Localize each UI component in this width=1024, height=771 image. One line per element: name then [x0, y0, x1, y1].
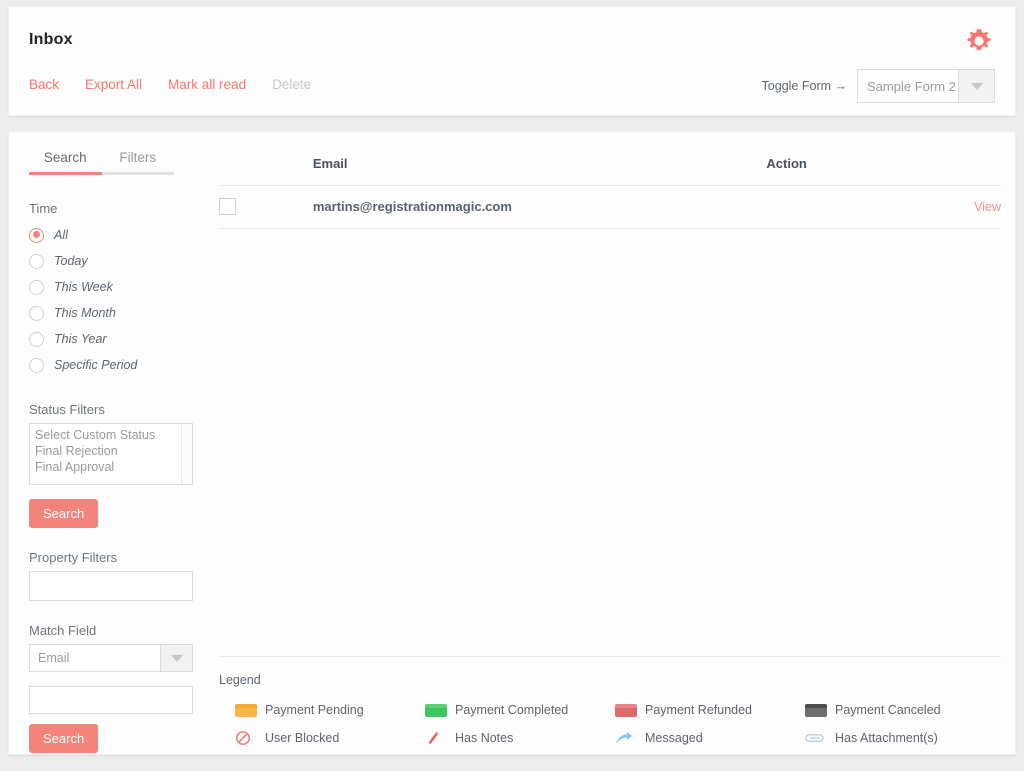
legend-grid: Payment Pending Payment Completed Paymen… — [219, 703, 1001, 746]
radio-time-all[interactable]: All — [29, 222, 191, 248]
toggle-form-control: Toggle Form → Sample Form 2 — [762, 69, 995, 103]
legend-item-payment-pending: Payment Pending — [219, 703, 409, 717]
entries-table-wrap: Email Action martins@registrationmagic.c… — [219, 150, 1001, 229]
time-filter-label: Time — [29, 201, 58, 216]
form-select[interactable]: Sample Form 2 — [857, 69, 995, 103]
entries-main: Email Action martins@registrationmagic.c… — [205, 132, 1015, 754]
legend-item-payment-refunded: Payment Refunded — [599, 703, 789, 717]
form-select-value: Sample Form 2 — [867, 78, 956, 94]
payment-refunded-swatch — [615, 703, 637, 717]
sidebar-tabs: Search Filters — [29, 150, 174, 175]
match-field-section: Match Field Email Search — [21, 623, 193, 753]
tab-filters[interactable]: Filters — [101, 150, 174, 175]
page-title: Inbox — [29, 31, 73, 48]
legend-label: Has Notes — [455, 731, 514, 745]
back-link[interactable]: Back — [29, 77, 59, 92]
filters-sidebar: Search Filters Time All Today This Week — [9, 132, 205, 754]
radio-time-this-year[interactable]: This Year — [29, 326, 191, 352]
column-header-action: Action — [766, 150, 1001, 186]
legend-item-has-attachments: Has Attachment(s) — [789, 730, 989, 746]
legend-label: Payment Pending — [265, 703, 364, 717]
entries-table: Email Action martins@registrationmagic.c… — [219, 150, 1001, 229]
legend-label: Has Attachment(s) — [835, 731, 938, 745]
app-page: Inbox Back Export All Mark all read Dele… — [0, 0, 1024, 771]
legend-item-messaged: Messaged — [599, 730, 789, 746]
legend-item-payment-canceled: Payment Canceled — [789, 703, 989, 717]
status-filters-listbox[interactable]: Select Custom Status Final Rejection Fin… — [29, 423, 193, 485]
chevron-down-icon[interactable] — [958, 70, 994, 102]
header-card: Inbox Back Export All Mark all read Dele… — [8, 6, 1016, 116]
legend-label: Payment Completed — [455, 703, 569, 717]
row-email: martins@registrationmagic.com — [312, 199, 512, 214]
radio-icon[interactable] — [29, 331, 44, 347]
status-option[interactable]: Select Custom Status — [34, 427, 192, 443]
status-search-button[interactable]: Search — [29, 499, 99, 528]
listbox-scrollbar[interactable] — [181, 424, 192, 484]
radio-icon[interactable] — [29, 357, 44, 373]
match-field-value: Email — [38, 651, 70, 665]
property-filters-label: Property Filters — [29, 550, 118, 565]
radio-label: This Year — [54, 332, 107, 346]
radio-time-today[interactable]: Today — [29, 248, 191, 274]
user-blocked-icon — [235, 730, 257, 746]
status-filters-label: Status Filters — [29, 402, 105, 417]
column-header-select — [219, 150, 313, 186]
legend-item-payment-completed: Payment Completed — [409, 703, 599, 717]
time-filter-section: Time All Today This Week This Month This… — [21, 201, 191, 378]
content-card: Search Filters Time All Today This Week — [8, 131, 1016, 755]
row-select-cell — [219, 185, 313, 229]
status-option[interactable]: Final Rejection — [34, 443, 192, 459]
table-row[interactable]: martins@registrationmagic.com View — [219, 185, 1001, 229]
tab-search[interactable]: Search — [29, 150, 102, 175]
payment-pending-swatch — [235, 703, 257, 717]
radio-label: This Month — [54, 306, 116, 320]
legend-label: Messaged — [645, 731, 703, 745]
legend-item-has-notes: Has Notes — [409, 730, 599, 746]
header-action-links: Back Export All Mark all read Delete — [29, 77, 337, 92]
legend-title: Legend — [219, 673, 261, 687]
radio-label: This Week — [54, 280, 113, 294]
view-link[interactable]: View — [974, 200, 1001, 214]
radio-icon[interactable] — [29, 279, 44, 295]
radio-time-this-month[interactable]: This Month — [29, 300, 191, 326]
match-field-input[interactable] — [29, 686, 193, 714]
radio-icon[interactable] — [29, 227, 44, 243]
legend-label: User Blocked — [265, 731, 340, 745]
row-checkbox[interactable] — [219, 198, 236, 216]
legend-label: Payment Refunded — [645, 703, 753, 717]
radio-time-specific-period[interactable]: Specific Period — [29, 352, 191, 378]
mark-all-read-link[interactable]: Mark all read — [168, 77, 246, 92]
radio-icon[interactable] — [29, 253, 44, 269]
status-filters-section: Status Filters Select Custom Status Fina… — [21, 402, 193, 528]
radio-label: Today — [54, 254, 88, 268]
column-header-email: Email — [312, 150, 767, 186]
export-all-link[interactable]: Export All — [85, 77, 142, 92]
radio-label: Specific Period — [54, 358, 138, 372]
row-action-cell: View — [766, 185, 1001, 229]
radio-label: All — [54, 228, 68, 242]
match-field-search-button[interactable]: Search — [29, 724, 99, 753]
pencil-note-icon — [425, 730, 447, 746]
row-email-cell: martins@registrationmagic.com — [312, 185, 767, 229]
legend-item-user-blocked: User Blocked — [219, 730, 409, 746]
radio-time-this-week[interactable]: This Week — [29, 274, 191, 300]
payment-canceled-swatch — [805, 703, 827, 717]
property-filters-input[interactable] — [29, 571, 193, 601]
match-field-select[interactable]: Email — [29, 644, 193, 672]
paperclip-icon — [805, 730, 827, 746]
legend: Legend Payment Pending Payment Completed… — [219, 656, 1001, 746]
table-header-row: Email Action — [219, 150, 1001, 186]
radio-icon[interactable] — [29, 305, 44, 321]
payment-completed-swatch — [425, 703, 447, 717]
chevron-down-icon[interactable] — [160, 645, 192, 671]
toggle-form-label: Toggle Form → — [761, 79, 847, 93]
status-option[interactable]: Final Approval — [34, 459, 192, 475]
reply-arrow-icon — [615, 730, 637, 746]
gear-icon[interactable] — [963, 25, 995, 57]
property-filters-section: Property Filters — [21, 550, 193, 601]
delete-link: Delete — [272, 77, 312, 92]
legend-label: Payment Canceled — [835, 703, 941, 717]
match-field-label: Match Field — [29, 623, 97, 638]
